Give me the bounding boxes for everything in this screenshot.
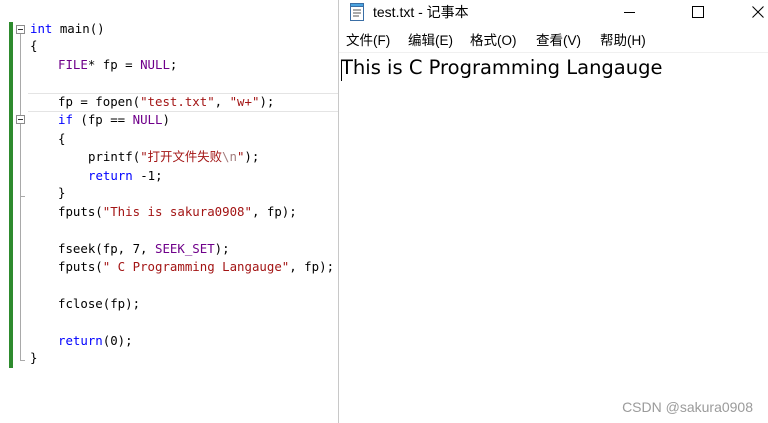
- code-line-fclose[interactable]: fclose(fp);: [58, 296, 140, 312]
- menu-format[interactable]: 格式(O): [470, 33, 517, 49]
- code-line-fopen[interactable]: fp = fopen("test.txt", "w+");: [58, 94, 274, 110]
- code-line-open-brace[interactable]: {: [30, 38, 37, 54]
- menu-file[interactable]: 文件(F): [346, 33, 390, 49]
- window-title: test.txt - 记事本: [373, 4, 469, 20]
- code-line-if-close-brace[interactable]: }: [58, 185, 65, 201]
- minimize-button[interactable]: [607, 0, 653, 24]
- menu-view[interactable]: 查看(V): [536, 33, 581, 49]
- fold-end-if: [20, 196, 25, 197]
- fold-guide-if: [20, 124, 21, 196]
- code-line-main[interactable]: int main(): [30, 21, 105, 37]
- notepad-text-area[interactable]: This is C Programming Langauge: [339, 53, 768, 423]
- code-editor[interactable]: int main() { FILE* fp = NULL; fp = fopen…: [0, 0, 338, 423]
- close-button[interactable]: [735, 0, 768, 24]
- code-line-close-brace[interactable]: }: [30, 350, 37, 366]
- maximize-icon: [692, 6, 704, 18]
- notepad-window: test.txt - 记事本 文件(F) 编辑(E) 格式(O) 查看(V) 帮…: [338, 0, 768, 423]
- text-caret: [341, 60, 342, 81]
- notepad-titlebar[interactable]: test.txt - 记事本: [339, 0, 768, 26]
- csdn-watermark: CSDN @sakura0908: [622, 399, 753, 415]
- code-line-return[interactable]: return(0);: [58, 333, 133, 349]
- code-line-fputs-first[interactable]: fputs("This is sakura0908", fp);: [58, 204, 297, 220]
- code-line-if-open-brace[interactable]: {: [58, 131, 65, 147]
- code-line-fputs-second[interactable]: fputs(" C Programming Langauge", fp);: [58, 259, 334, 275]
- minimize-icon: [624, 12, 635, 13]
- fold-guide-main: [20, 34, 21, 360]
- close-icon: [752, 6, 764, 18]
- code-line-return-error[interactable]: return -1;: [88, 168, 163, 184]
- code-line-declare-fp[interactable]: FILE* fp = NULL;: [58, 57, 177, 73]
- maximize-button[interactable]: [675, 0, 721, 24]
- code-line-printf[interactable]: printf("打开文件失败\n");: [88, 149, 259, 165]
- menu-edit[interactable]: 编辑(E): [408, 33, 453, 49]
- code-line-if[interactable]: if (fp == NULL): [58, 112, 170, 128]
- file-content: This is C Programming Langauge: [341, 56, 663, 79]
- code-line-fseek[interactable]: fseek(fp, 7, SEEK_SET);: [58, 241, 230, 257]
- menu-help[interactable]: 帮助(H): [600, 33, 646, 49]
- fold-end-main: [20, 360, 25, 361]
- notepad-app-icon: [349, 3, 365, 21]
- change-indicator-bar: [9, 22, 13, 368]
- collapse-main-icon[interactable]: [16, 25, 25, 34]
- menu-bar: 文件(F) 编辑(E) 格式(O) 查看(V) 帮助(H): [339, 30, 768, 52]
- collapse-if-icon[interactable]: [16, 115, 25, 124]
